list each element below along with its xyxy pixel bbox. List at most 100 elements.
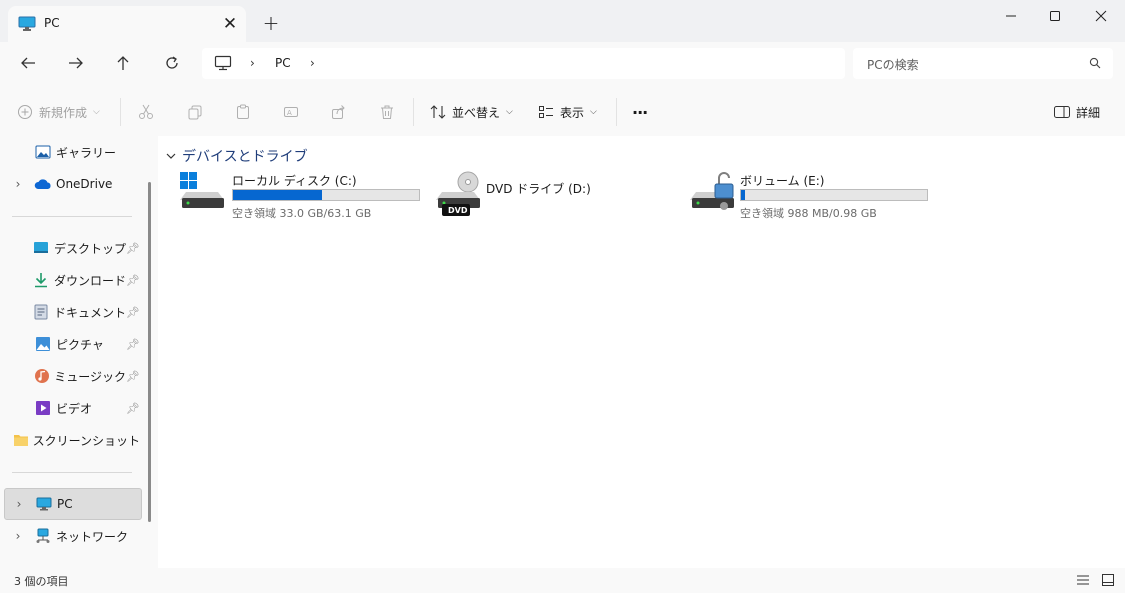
maximize-button[interactable] — [1032, 0, 1078, 32]
details-button[interactable]: 詳細 — [1054, 99, 1100, 125]
sidebar-item-screenshots[interactable]: スクリーンショット — [4, 425, 140, 455]
drive-e[interactable]: ボリューム (E:) 空き領域 988 MB/0.98 GB — [688, 170, 936, 220]
sidebar-item-documents[interactable]: ドキュメント 📌︎ — [4, 297, 140, 327]
status-bar: 3 個の項目 — [0, 568, 1125, 593]
tiles-view-icon — [1102, 574, 1114, 586]
more-options-label: ··· — [632, 102, 648, 122]
scissors-icon — [139, 104, 153, 119]
sidebar-item-pictures[interactable]: ピクチャ 📌︎ — [4, 329, 140, 359]
pin-icon[interactable]: 📌︎ — [126, 274, 140, 287]
paste-button[interactable] — [235, 99, 251, 125]
refresh-icon — [166, 56, 178, 69]
more-options-button[interactable]: ··· — [632, 99, 648, 125]
clipboard-icon — [237, 104, 249, 119]
svg-text:A: A — [287, 109, 292, 117]
windows-drive-icon — [178, 170, 226, 215]
close-icon — [1095, 10, 1107, 22]
tab-label: PC — [44, 16, 60, 30]
pin-icon[interactable]: 📌︎ — [126, 306, 140, 319]
rename-button[interactable]: A — [283, 99, 299, 125]
sidebar-item-network[interactable]: › ネットワーク — [4, 521, 140, 551]
drive-c[interactable]: ローカル ディスク (C:) 空き領域 33.0 GB/63.1 GB — [178, 170, 426, 220]
arrow-right-icon — [69, 57, 83, 69]
sidebar-item-onedrive[interactable]: › OneDrive — [4, 169, 140, 199]
expand-chevron-icon[interactable]: › — [4, 529, 32, 543]
tab-close-button[interactable]: ✕ — [218, 12, 242, 36]
monitor-icon — [35, 495, 53, 513]
up-button[interactable] — [108, 50, 138, 76]
tab-pc[interactable]: PC ✕ — [8, 6, 246, 42]
drive-free-space: 空き領域 988 MB/0.98 GB — [740, 207, 877, 220]
new-button-label: 新規作成 — [39, 105, 88, 120]
new-button[interactable]: 新規作成 ⌵ — [17, 99, 100, 125]
breadcrumb-chevron-icon[interactable]: › — [250, 56, 255, 70]
toolbar-divider — [616, 98, 617, 126]
share-button[interactable] — [331, 99, 347, 125]
share-icon — [332, 105, 345, 119]
sidebar-item-label: ドキュメント — [54, 305, 127, 320]
gallery-icon — [34, 143, 52, 161]
minimize-icon — [1006, 15, 1016, 17]
cut-button[interactable] — [138, 99, 154, 125]
pin-icon[interactable]: 📌︎ — [126, 370, 140, 383]
pin-icon[interactable]: 📌︎ — [126, 242, 140, 255]
sidebar-item-pc[interactable]: › PC — [4, 488, 142, 520]
drive-capacity-fill — [233, 190, 322, 200]
group-header-devices[interactable]: デバイスとドライブ — [166, 146, 308, 166]
drive-capacity-bar — [740, 189, 928, 201]
sidebar-item-label: ミュージック — [54, 369, 127, 384]
sidebar-item-desktop[interactable]: デスクトップ 📌︎ — [4, 233, 140, 263]
sidebar-item-label: ダウンロード — [54, 273, 127, 288]
sidebar-item-music[interactable]: ミュージック 📌︎ — [4, 361, 140, 391]
expand-chevron-icon[interactable]: › — [4, 177, 32, 191]
sidebar-divider — [12, 216, 132, 217]
breadcrumb-chevron-icon[interactable]: › — [310, 56, 315, 70]
details-view-button[interactable] — [1076, 574, 1090, 589]
search-box[interactable]: PCの検索 — [853, 48, 1113, 79]
group-title: デバイスとドライブ — [182, 149, 308, 165]
sidebar-item-label: デスクトップ — [54, 241, 127, 256]
minimize-button[interactable] — [988, 0, 1034, 32]
pin-icon[interactable]: 📌︎ — [126, 402, 140, 415]
delete-button[interactable] — [379, 99, 395, 125]
sidebar-scrollbar[interactable] — [148, 182, 151, 522]
item-count: 3 個の項目 — [14, 575, 69, 588]
forward-button[interactable] — [61, 50, 91, 76]
view-button-label: 表示 — [560, 105, 585, 120]
drive-name: ボリューム (E:) — [740, 174, 825, 188]
new-tab-button[interactable]: + — [258, 11, 284, 37]
sidebar-item-label: PC — [57, 497, 73, 511]
sidebar-item-label: ピクチャ — [56, 337, 104, 352]
monitor-icon — [214, 55, 232, 74]
arrow-left-icon — [21, 57, 35, 69]
dvd-badge: DVD — [448, 206, 468, 215]
sort-button[interactable]: 並べ替え ⌵ — [430, 99, 513, 125]
refresh-button[interactable] — [157, 50, 187, 76]
tiles-view-button[interactable] — [1101, 573, 1115, 590]
copy-button[interactable] — [187, 99, 203, 125]
sidebar-item-label: スクリーンショット — [32, 433, 140, 448]
search-icon — [1089, 57, 1101, 72]
pin-icon[interactable]: 📌︎ — [126, 338, 140, 351]
expand-chevron-icon[interactable]: › — [5, 497, 33, 511]
breadcrumb-pc[interactable]: PC — [275, 56, 291, 70]
sort-button-label: 並べ替え — [452, 105, 501, 120]
plus-circle-icon — [18, 105, 32, 119]
close-window-button[interactable] — [1078, 0, 1124, 32]
desktop-icon — [33, 239, 50, 257]
chevron-down-icon: ⌵ — [93, 107, 100, 117]
folder-icon — [13, 431, 29, 449]
back-button[interactable] — [13, 50, 43, 76]
arrow-up-icon — [117, 56, 129, 70]
sidebar-item-videos[interactable]: ビデオ 📌︎ — [4, 393, 140, 423]
search-input[interactable]: PCの検索 — [867, 56, 919, 73]
rename-icon: A — [284, 107, 298, 117]
address-bar[interactable]: › PC › — [202, 48, 845, 79]
drive-d[interactable]: DVD DVD ドライブ (D:) — [434, 170, 634, 220]
drive-name: DVD ドライブ (D:) — [486, 182, 591, 196]
chevron-down-icon: ⌵ — [590, 107, 597, 117]
sidebar-item-label: ネットワーク — [56, 529, 129, 544]
sidebar-item-downloads[interactable]: ダウンロード 📌︎ — [4, 265, 140, 295]
sidebar-item-gallery[interactable]: ギャラリー — [4, 137, 140, 167]
view-button[interactable]: 表示 ⌵ — [538, 99, 597, 125]
